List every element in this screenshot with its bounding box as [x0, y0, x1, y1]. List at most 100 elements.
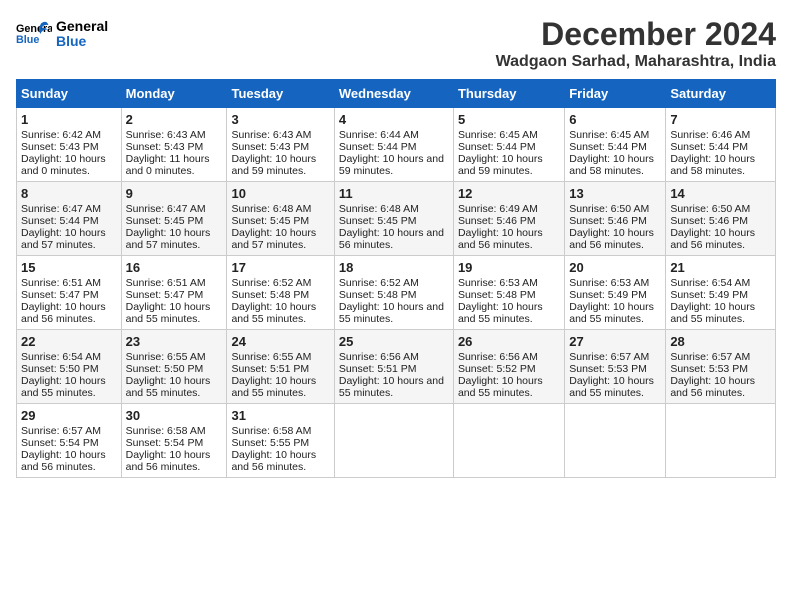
day-number: 19	[458, 260, 560, 275]
daylight-text: Daylight: 10 hours and 55 minutes.	[569, 375, 654, 399]
day-number: 26	[458, 334, 560, 349]
day-cell: 18Sunrise: 6:52 AMSunset: 5:48 PMDayligh…	[334, 256, 453, 330]
sunset-text: Sunset: 5:53 PM	[670, 363, 748, 375]
location-title: Wadgaon Sarhad, Maharashtra, India	[496, 53, 776, 71]
day-cell: 26Sunrise: 6:56 AMSunset: 5:52 PMDayligh…	[453, 330, 564, 404]
svg-text:Blue: Blue	[16, 34, 39, 46]
daylight-text: Daylight: 10 hours and 55 minutes.	[231, 375, 316, 399]
sunrise-text: Sunrise: 6:57 AM	[21, 425, 101, 437]
day-cell	[453, 404, 564, 478]
sunrise-text: Sunrise: 6:45 AM	[569, 129, 649, 141]
day-cell	[666, 404, 776, 478]
sunrise-text: Sunrise: 6:42 AM	[21, 129, 101, 141]
day-cell: 22Sunrise: 6:54 AMSunset: 5:50 PMDayligh…	[17, 330, 122, 404]
sunset-text: Sunset: 5:49 PM	[569, 289, 647, 301]
sunset-text: Sunset: 5:52 PM	[458, 363, 536, 375]
sunset-text: Sunset: 5:48 PM	[231, 289, 309, 301]
day-cell: 5Sunrise: 6:45 AMSunset: 5:44 PMDaylight…	[453, 108, 564, 182]
day-cell	[565, 404, 666, 478]
daylight-text: Daylight: 10 hours and 55 minutes.	[126, 301, 211, 325]
day-cell: 21Sunrise: 6:54 AMSunset: 5:49 PMDayligh…	[666, 256, 776, 330]
sunset-text: Sunset: 5:55 PM	[231, 437, 309, 449]
day-cell: 9Sunrise: 6:47 AMSunset: 5:45 PMDaylight…	[121, 182, 227, 256]
sunset-text: Sunset: 5:48 PM	[339, 289, 417, 301]
sunset-text: Sunset: 5:51 PM	[339, 363, 417, 375]
sunrise-text: Sunrise: 6:57 AM	[569, 351, 649, 363]
col-header-friday: Friday	[565, 80, 666, 108]
daylight-text: Daylight: 10 hours and 56 minutes.	[458, 227, 543, 251]
day-number: 10	[231, 186, 329, 201]
week-row-2: 8 Sunrise: 6:47 AM Sunset: 5:44 PM Daylight…	[17, 182, 776, 256]
day-number: 11	[339, 186, 449, 201]
sunset-text: Sunset: 5:44 PM	[21, 215, 99, 227]
daylight-text: Daylight: 10 hours and 58 minutes.	[670, 153, 755, 177]
sunrise-text: Sunrise: 6:51 AM	[126, 277, 206, 289]
sunrise-text: Sunrise: 6:54 AM	[21, 351, 101, 363]
sunrise-text: Sunrise: 6:57 AM	[670, 351, 750, 363]
sunset-text: Sunset: 5:45 PM	[126, 215, 204, 227]
col-header-tuesday: Tuesday	[227, 80, 334, 108]
day-number: 13	[569, 186, 661, 201]
day-number: 16	[126, 260, 223, 275]
sunset-text: Sunset: 5:43 PM	[231, 141, 309, 153]
day-cell: 7Sunrise: 6:46 AMSunset: 5:44 PMDaylight…	[666, 108, 776, 182]
day-cell: 24Sunrise: 6:55 AMSunset: 5:51 PMDayligh…	[227, 330, 334, 404]
day-cell: 17Sunrise: 6:52 AMSunset: 5:48 PMDayligh…	[227, 256, 334, 330]
day-cell: 29Sunrise: 6:57 AMSunset: 5:54 PMDayligh…	[17, 404, 122, 478]
day-number: 25	[339, 334, 449, 349]
daylight-text: Daylight: 10 hours and 56 minutes.	[569, 227, 654, 251]
sunset-text: Sunset: 5:54 PM	[21, 437, 99, 449]
day-number: 7	[670, 112, 771, 127]
sunrise-text: Sunrise: 6:46 AM	[670, 129, 750, 141]
day-number: 18	[339, 260, 449, 275]
daylight-text: Daylight: 10 hours and 56 minutes.	[670, 375, 755, 399]
daylight-text: Daylight: 10 hours and 55 minutes.	[569, 301, 654, 325]
sunrise-text: Sunrise: 6:43 AM	[126, 129, 206, 141]
daylight-text: Daylight: 10 hours and 56 minutes.	[21, 301, 106, 325]
sunrise-text: Sunrise: 6:49 AM	[458, 203, 538, 215]
day-cell: 23Sunrise: 6:55 AMSunset: 5:50 PMDayligh…	[121, 330, 227, 404]
day-cell: 28Sunrise: 6:57 AMSunset: 5:53 PMDayligh…	[666, 330, 776, 404]
week-row-3: 15Sunrise: 6:51 AMSunset: 5:47 PMDayligh…	[17, 256, 776, 330]
sunset-text: Sunset: 5:49 PM	[670, 289, 748, 301]
sunrise-text: Sunrise: 6:56 AM	[339, 351, 419, 363]
sunrise-text: Sunrise: 6:53 AM	[569, 277, 649, 289]
day-number: 15	[21, 260, 117, 275]
day-number: 1	[21, 112, 117, 127]
sunrise-text: Sunrise: 6:58 AM	[126, 425, 206, 437]
day-cell: 20Sunrise: 6:53 AMSunset: 5:49 PMDayligh…	[565, 256, 666, 330]
week-row-1: 1Sunrise: 6:42 AMSunset: 5:43 PMDaylight…	[17, 108, 776, 182]
sunrise-text: Sunrise: 6:54 AM	[670, 277, 750, 289]
col-header-thursday: Thursday	[453, 80, 564, 108]
header-row: SundayMondayTuesdayWednesdayThursdayFrid…	[17, 80, 776, 108]
day-number: 3	[231, 112, 329, 127]
sunset-text: Sunset: 5:46 PM	[670, 215, 748, 227]
day-cell: 15Sunrise: 6:51 AMSunset: 5:47 PMDayligh…	[17, 256, 122, 330]
sunset-text: Sunset: 5:54 PM	[126, 437, 204, 449]
sunrise-text: Sunrise: 6:55 AM	[231, 351, 311, 363]
col-header-monday: Monday	[121, 80, 227, 108]
day-number: 2	[126, 112, 223, 127]
day-cell: 2Sunrise: 6:43 AMSunset: 5:43 PMDaylight…	[121, 108, 227, 182]
logo-icon: General Blue	[16, 16, 52, 52]
sunset-text: Sunset: 5:43 PM	[21, 141, 99, 153]
day-cell: 8Sunrise: 6:47 AMSunset: 5:44 PMDaylight…	[17, 182, 122, 256]
sunrise-text: Sunrise: 6:50 AM	[569, 203, 649, 215]
sunrise-text: Sunrise: 6:47 AM	[126, 203, 206, 215]
col-header-sunday: Sunday	[17, 80, 122, 108]
week-row-5: 29Sunrise: 6:57 AMSunset: 5:54 PMDayligh…	[17, 404, 776, 478]
day-number: 31	[231, 408, 329, 423]
sunrise-text: Sunrise: 6:50 AM	[670, 203, 750, 215]
day-number: 9	[126, 186, 223, 201]
sunset-text: Sunset: 5:51 PM	[231, 363, 309, 375]
day-number: 8	[21, 186, 117, 201]
header: General Blue General Blue December 2024 …	[16, 16, 776, 71]
title-area: December 2024 Wadgaon Sarhad, Maharashtr…	[496, 16, 776, 71]
sunset-text: Sunset: 5:46 PM	[569, 215, 647, 227]
sunset-text: Sunset: 5:44 PM	[458, 141, 536, 153]
day-cell: 12Sunrise: 6:49 AMSunset: 5:46 PMDayligh…	[453, 182, 564, 256]
daylight-text: Daylight: 10 hours and 56 minutes.	[670, 227, 755, 251]
day-cell: 30Sunrise: 6:58 AMSunset: 5:54 PMDayligh…	[121, 404, 227, 478]
day-number: 14	[670, 186, 771, 201]
day-number: 23	[126, 334, 223, 349]
